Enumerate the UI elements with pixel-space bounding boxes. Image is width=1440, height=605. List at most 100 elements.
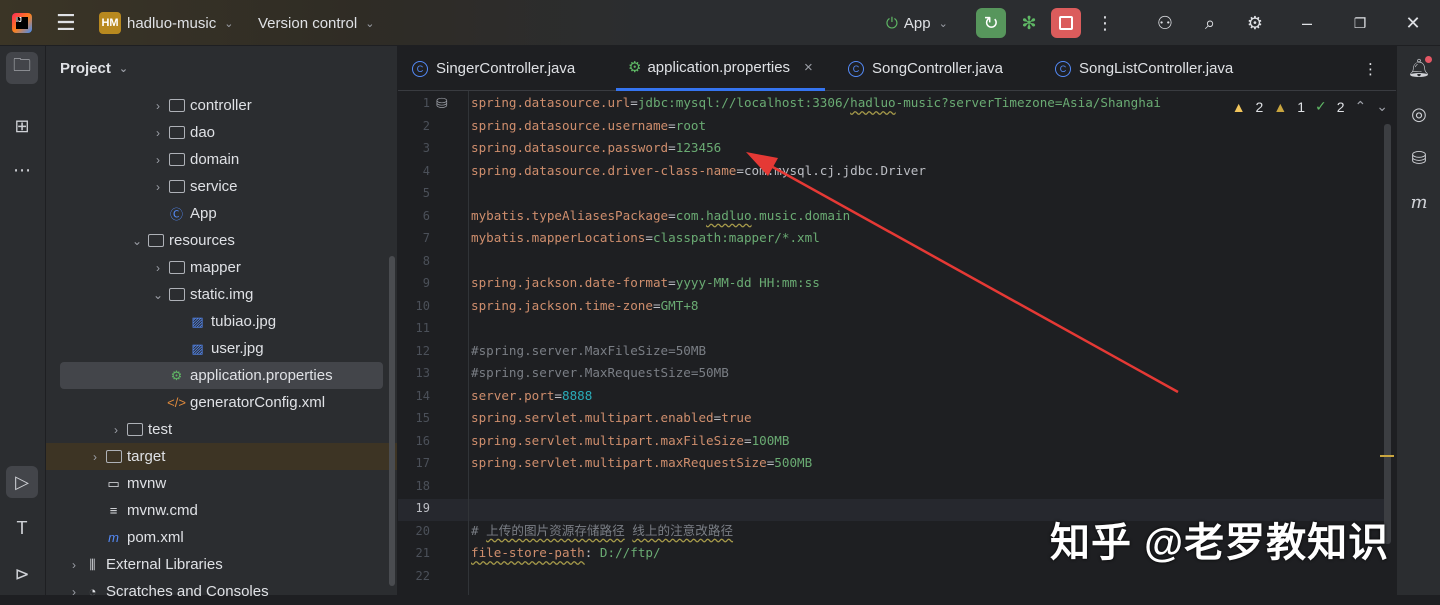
- database-gutter-icon[interactable]: ⛁: [436, 95, 448, 112]
- chevron-icon[interactable]: ›: [152, 261, 164, 275]
- code-line[interactable]: spring.datasource.driver-class-name=com.…: [471, 160, 926, 182]
- code-token: classpath:mapper/*.xml: [652, 230, 820, 245]
- tree-item-domain[interactable]: › domain: [46, 146, 397, 173]
- debug-icon[interactable]: ✻: [1014, 8, 1044, 38]
- code-line[interactable]: file-store-path: D://ftp/: [471, 542, 661, 564]
- chevron-icon[interactable]: ›: [68, 558, 80, 572]
- chevron-icon[interactable]: ›: [152, 126, 164, 140]
- tree-scrollbar[interactable]: [389, 256, 395, 586]
- tree-item-target[interactable]: › target: [46, 443, 397, 470]
- structure-icon[interactable]: ⊞: [6, 110, 38, 142]
- code-line[interactable]: mybatis.mapperLocations=classpath:mapper…: [471, 227, 820, 249]
- rerun-button[interactable]: ↻: [976, 8, 1006, 38]
- tree-item-app[interactable]: Ⓒ App: [46, 200, 397, 227]
- tab-song-controller[interactable]: C SongController.java: [848, 46, 1003, 91]
- services-icon[interactable]: ⊳: [6, 558, 38, 590]
- chevron-icon[interactable]: ›: [89, 450, 101, 464]
- tree-item-scratches-and-consoles[interactable]: › ◔ Scratches and Consoles: [46, 578, 397, 605]
- vcs-label: Version control: [258, 14, 358, 32]
- tab-singer-controller[interactable]: C SingerController.java: [412, 46, 575, 91]
- code-line[interactable]: # 上传的图片资源存储路径 线上的注意改路径: [471, 520, 733, 542]
- chevron-icon[interactable]: ›: [152, 99, 164, 113]
- close-window-button[interactable]: ✕: [1398, 8, 1428, 38]
- run-config-selector[interactable]: ⏻ App ⌄: [886, 0, 948, 46]
- next-highlight-icon[interactable]: ⌄: [1376, 98, 1388, 115]
- line-number: 8: [422, 253, 430, 268]
- tree-item-dao[interactable]: › dao: [46, 119, 397, 146]
- watermark: 知乎 @老罗教知识: [1050, 521, 1390, 565]
- code-line[interactable]: mybatis.typeAliasesPackage=com.hadluo.mu…: [471, 205, 850, 227]
- search-icon[interactable]: ⌕: [1195, 8, 1225, 38]
- image-file-icon: ▨: [191, 340, 204, 356]
- database-icon[interactable]: ⛁: [1403, 142, 1435, 174]
- tree-item-application-properties[interactable]: ⚙ application.properties: [60, 362, 383, 389]
- tree-item-service[interactable]: › service: [46, 173, 397, 200]
- restore-button[interactable]: ❐: [1345, 8, 1375, 38]
- chevron-icon[interactable]: ⌄: [152, 288, 164, 302]
- code-line[interactable]: #spring.server.MaxFileSize=50MB: [471, 340, 706, 362]
- version-control-menu[interactable]: Version control ⌄: [258, 0, 374, 46]
- tree-item-mapper[interactable]: › mapper: [46, 254, 397, 281]
- chevron-icon[interactable]: ›: [152, 180, 164, 194]
- project-folder-icon[interactable]: 🗀: [6, 52, 38, 84]
- image-file-icon: ▨: [191, 313, 204, 329]
- editor-scrollbar[interactable]: [1384, 124, 1391, 544]
- build-hammer-icon[interactable]: T: [6, 512, 38, 544]
- code-line[interactable]: #spring.server.MaxRequestSize=50MB: [471, 362, 729, 384]
- folder-icon: [147, 234, 164, 248]
- add-user-icon[interactable]: ⚇: [1150, 8, 1180, 38]
- chevron-icon[interactable]: ›: [110, 423, 122, 437]
- line-number: 20: [415, 523, 430, 538]
- project-selector[interactable]: HM hadluo-music ⌄: [99, 0, 233, 46]
- tree-item-mvnw-cmd[interactable]: ≡ mvnw.cmd: [46, 497, 397, 524]
- more-actions-icon[interactable]: ⋮: [1090, 8, 1120, 38]
- run-tool-icon[interactable]: ▷: [6, 466, 38, 498]
- code-token: .music.domain: [751, 207, 851, 223]
- code-token: =: [668, 117, 676, 133]
- stop-button[interactable]: [1051, 8, 1081, 38]
- code-token: mybatis.mapperLocations: [471, 230, 646, 245]
- code-line[interactable]: spring.jackson.date-format=yyyy-MM-dd HH…: [471, 272, 820, 294]
- chevron-icon[interactable]: ⌄: [131, 234, 143, 248]
- tree-item-pom-xml[interactable]: m pom.xml: [46, 524, 397, 551]
- tab-options-icon[interactable]: ⋮: [1363, 46, 1378, 91]
- previous-highlight-icon[interactable]: ⌃: [1355, 98, 1367, 115]
- code-token: com.: [675, 207, 707, 223]
- code-line[interactable]: spring.servlet.multipart.enabled=true: [471, 407, 752, 429]
- ai-assistant-icon[interactable]: ◎: [1403, 98, 1435, 130]
- tree-item-label: target: [127, 448, 166, 465]
- main-menu-icon[interactable]: ☰: [56, 0, 76, 46]
- run-config-label: App: [903, 14, 931, 32]
- tree-item-generatorconfig-xml[interactable]: </> generatorConfig.xml: [46, 389, 397, 416]
- close-tab-icon[interactable]: ×: [804, 59, 813, 76]
- code-line[interactable]: spring.datasource.password=123456: [471, 137, 721, 159]
- code-line[interactable]: spring.datasource.url=jdbc:mysql://local…: [471, 92, 1161, 114]
- code-line[interactable]: server.port=8888: [471, 385, 592, 407]
- tree-item-static-img[interactable]: ⌄ static.img: [46, 281, 397, 308]
- tree-item-tubiao-jpg[interactable]: ▨ tubiao.jpg: [46, 308, 397, 335]
- code-line[interactable]: spring.datasource.username=root: [471, 115, 706, 137]
- code-line[interactable]: spring.jackson.time-zone=GMT+8: [471, 295, 699, 317]
- tree-item-user-jpg[interactable]: ▨ user.jpg: [46, 335, 397, 362]
- code-line[interactable]: spring.servlet.multipart.maxFileSize=100…: [471, 430, 789, 452]
- project-panel-header[interactable]: Project ⌄: [46, 46, 397, 91]
- intellij-logo-icon[interactable]: IJ: [12, 0, 32, 46]
- tree-item-resources[interactable]: ⌄ resources: [46, 227, 397, 254]
- tree-item-external-libraries[interactable]: › ⫼ External Libraries: [46, 551, 397, 578]
- more-tools-icon[interactable]: ⋯: [6, 154, 38, 186]
- tab-songlist-controller[interactable]: C SongListController.java: [1055, 46, 1233, 91]
- tree-item-test[interactable]: › test: [46, 416, 397, 443]
- code-line[interactable]: spring.servlet.multipart.maxRequestSize=…: [471, 452, 812, 474]
- maven-icon[interactable]: m: [1403, 186, 1435, 218]
- warning-stripe-marker[interactable]: [1380, 455, 1394, 457]
- chevron-icon[interactable]: ›: [152, 153, 164, 167]
- tree-item-controller[interactable]: › controller: [46, 92, 397, 119]
- chevron-icon[interactable]: ›: [68, 585, 80, 599]
- tree-item-label: static.img: [190, 286, 254, 303]
- minimize-button[interactable]: –: [1292, 8, 1322, 38]
- tree-item-mvnw[interactable]: ▭ mvnw: [46, 470, 397, 497]
- tree-item-label: App: [190, 205, 217, 222]
- inspection-widget[interactable]: ▲ 2 ▲ 1 ✓ 2 ⌃ ⌄: [1232, 98, 1388, 115]
- tab-application-properties[interactable]: ⚙ application.properties ×: [616, 46, 825, 91]
- settings-gear-icon[interactable]: ⚙: [1240, 8, 1270, 38]
